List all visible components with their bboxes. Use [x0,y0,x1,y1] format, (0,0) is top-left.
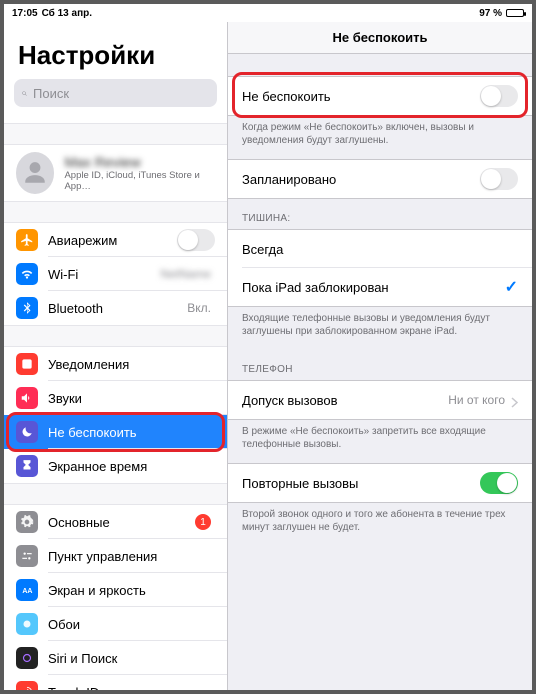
fingerprint-icon [16,681,38,690]
account-name: Max Review [64,154,215,170]
account-sub: Apple ID, iCloud, iTunes Store и App… [64,170,215,192]
dnd-footer: Когда режим «Не беспокоить» включен, выз… [228,116,532,159]
battery-pct: 97 % [479,8,502,19]
dnd-toggle-row[interactable]: Не беспокоить [228,77,532,115]
search-field[interactable] [14,79,217,107]
detail-pane: Не беспокоить Не беспокоить Когда режим … [228,22,532,690]
airplane-icon [16,229,38,251]
hourglass-icon [16,455,38,477]
siri-icon [16,647,38,669]
silence-footer: Входящие телефонные вызовы и уведомления… [228,307,532,350]
sidebar-item-airplane[interactable]: Авиарежим [4,223,227,257]
scheduled-toggle[interactable] [480,168,518,190]
sidebar-item-bluetooth[interactable]: Bluetooth Вкл. [4,291,227,325]
sidebar-item-control[interactable]: Пункт управления [4,539,227,573]
sidebar: Настройки Max Review Apple ID, iCloud, i… [4,22,228,690]
sidebar-item-general[interactable]: Основные 1 [4,505,227,539]
airplane-toggle[interactable] [177,229,215,251]
chevron-right-icon [511,395,518,406]
gear-icon [16,511,38,533]
repeated-footer: Второй звонок одного и того же абонента … [228,503,532,546]
bluetooth-icon [16,297,38,319]
sidebar-item-wallpaper[interactable]: Обои [4,607,227,641]
sidebar-item-touchid[interactable]: Touch ID и код-пароль [4,675,227,690]
check-icon: ✓ [505,277,518,297]
sidebar-item-siri[interactable]: Siri и Поиск [4,641,227,675]
sidebar-item-sounds[interactable]: Звуки [4,381,227,415]
display-icon: AA [16,579,38,601]
wifi-icon [16,263,38,285]
general-badge: 1 [195,514,211,530]
sidebar-item-screentime[interactable]: Экранное время [4,449,227,483]
wallpaper-icon [16,613,38,635]
repeated-row[interactable]: Повторные вызовы [228,464,532,502]
notifications-icon [16,353,38,375]
battery-icon [506,9,524,17]
repeated-toggle[interactable] [480,472,518,494]
moon-icon [16,421,38,443]
avatar-icon [16,152,54,194]
scheduled-row[interactable]: Запланировано [228,160,532,198]
silence-header: ТИШИНА: [228,199,532,229]
account-row[interactable]: Max Review Apple ID, iCloud, iTunes Stor… [4,145,227,201]
sidebar-item-wifi[interactable]: Wi-Fi NetName [4,257,227,291]
page-title: Настройки [4,22,227,79]
search-icon [22,87,27,100]
status-time: 17:05 [12,8,38,19]
status-bar: 17:05 Сб 13 апр. 97 % [4,4,532,22]
status-date: Сб 13 апр. [42,8,92,19]
sounds-icon [16,387,38,409]
control-icon [16,545,38,567]
allow-footer: В режиме «Не беспокоить» запретить все в… [228,420,532,463]
silence-always-row[interactable]: Всегда [228,230,532,268]
svg-text:AA: AA [22,588,32,595]
dnd-toggle[interactable] [480,85,518,107]
phone-header: ТЕЛЕФОН [228,350,532,380]
settings-window: 17:05 Сб 13 апр. 97 % Настройки [0,0,536,694]
search-input[interactable] [33,86,209,101]
sidebar-item-dnd[interactable]: Не беспокоить [4,415,227,449]
silence-locked-row[interactable]: Пока iPad заблокирован ✓ [228,268,532,306]
sidebar-item-notifications[interactable]: Уведомления [4,347,227,381]
detail-title: Не беспокоить [228,22,532,54]
sidebar-item-display[interactable]: AA Экран и яркость [4,573,227,607]
allow-calls-row[interactable]: Допуск вызовов Ни от кого [228,381,532,419]
